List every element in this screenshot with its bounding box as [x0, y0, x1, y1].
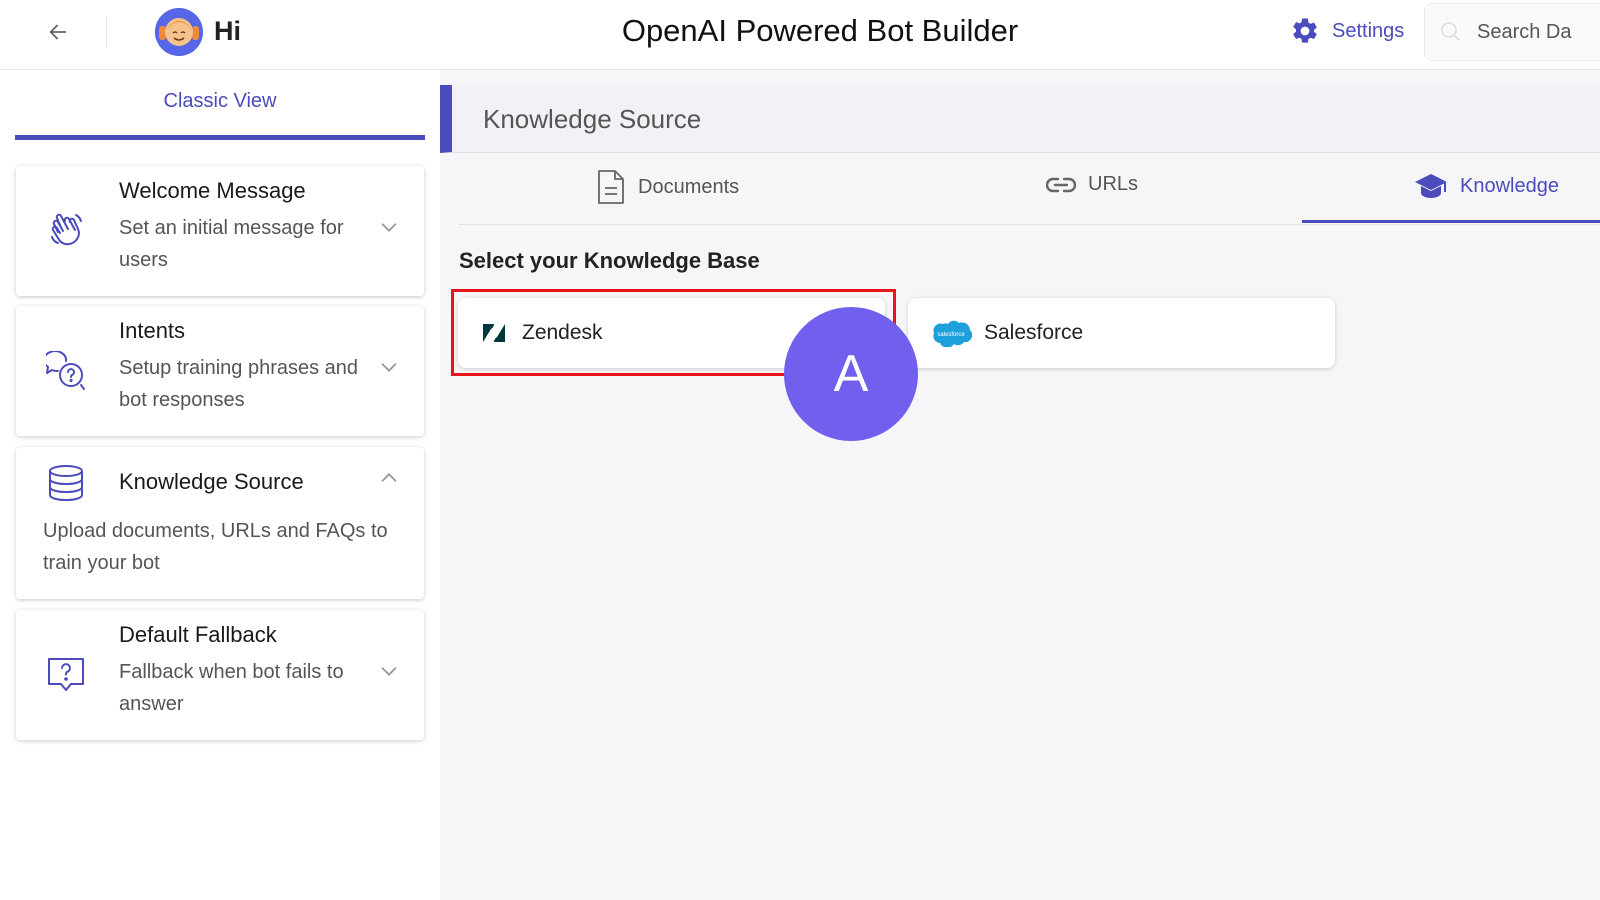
option-label: Zendesk: [522, 321, 603, 345]
card-description: Upload documents, URLs and FAQs to train…: [43, 515, 413, 579]
option-label: Salesforce: [984, 321, 1083, 345]
search-input[interactable]: [1477, 21, 1600, 44]
search-box[interactable]: [1424, 3, 1600, 61]
zendesk-logo-icon: [482, 324, 506, 342]
card-title: Default Fallback: [119, 622, 277, 648]
section-header: Knowledge Source: [440, 85, 1600, 153]
sidebar-item-intents[interactable]: Intents Setup training phrases and bot r…: [16, 306, 424, 436]
tab-label: Knowledge: [1460, 175, 1559, 198]
chevron-down-icon[interactable]: [378, 356, 400, 378]
salesforce-logo-text: salesforce: [937, 332, 965, 338]
chevron-up-icon[interactable]: [378, 467, 400, 489]
chevron-down-icon[interactable]: [378, 660, 400, 682]
section-title: Knowledge Source: [483, 104, 701, 135]
sidebar: Classic View Welcome Message Set an init…: [0, 70, 440, 900]
tab-classic-view[interactable]: Classic View: [15, 82, 425, 140]
annotation-marker: A: [784, 307, 918, 441]
source-tabs: Documents URLs Knowledge: [458, 155, 1600, 225]
tab-urls[interactable]: URLs: [1046, 173, 1138, 196]
wave-hand-icon: [46, 210, 86, 250]
knowledge-base-heading: Select your Knowledge Base: [459, 248, 760, 274]
settings-label: Settings: [1332, 20, 1404, 43]
sidebar-item-welcome-message[interactable]: Welcome Message Set an initial message f…: [16, 166, 424, 296]
card-description: Fallback when bot fails to answer: [119, 656, 379, 720]
card-description: Setup training phrases and bot responses: [119, 352, 379, 416]
active-tab-indicator: [1302, 220, 1600, 223]
sidebar-item-default-fallback[interactable]: Default Fallback Fallback when bot fails…: [16, 610, 424, 740]
header-divider: [106, 16, 107, 48]
tab-knowledge[interactable]: Knowledge: [1414, 171, 1559, 201]
page-title: OpenAI Powered Bot Builder: [560, 13, 1080, 49]
marker-label: A: [834, 344, 869, 404]
bot-avatar: [155, 8, 203, 56]
tab-label: URLs: [1088, 173, 1138, 196]
tab-label: Documents: [638, 176, 739, 199]
top-bar: Hi OpenAI Powered Bot Builder Settings: [0, 0, 1600, 70]
greeting-text: Hi: [214, 16, 241, 47]
salesforce-option[interactable]: salesforce Salesforce: [908, 298, 1335, 368]
card-description: Set an initial message for users: [119, 212, 379, 276]
card-title: Knowledge Source: [119, 469, 304, 495]
chevron-down-icon[interactable]: [378, 216, 400, 238]
link-icon: [1046, 175, 1076, 195]
card-title: Intents: [119, 318, 185, 344]
back-arrow-icon[interactable]: [44, 18, 72, 46]
settings-button[interactable]: Settings: [1290, 16, 1404, 46]
main-panel: Knowledge Source Documents URLs: [440, 70, 1600, 900]
tab-documents[interactable]: Documents: [596, 169, 739, 205]
search-icon: [1439, 20, 1463, 44]
gear-icon: [1290, 16, 1320, 46]
chat-question-icon: [46, 351, 86, 391]
database-icon: [46, 463, 86, 503]
graduation-cap-icon: [1414, 171, 1448, 201]
sidebar-item-knowledge-source[interactable]: Knowledge Source Upload documents, URLs …: [16, 447, 424, 599]
salesforce-logo-icon: salesforce: [932, 319, 972, 347]
help-box-icon: [46, 654, 86, 694]
card-title: Welcome Message: [119, 178, 306, 204]
document-icon: [596, 169, 626, 205]
